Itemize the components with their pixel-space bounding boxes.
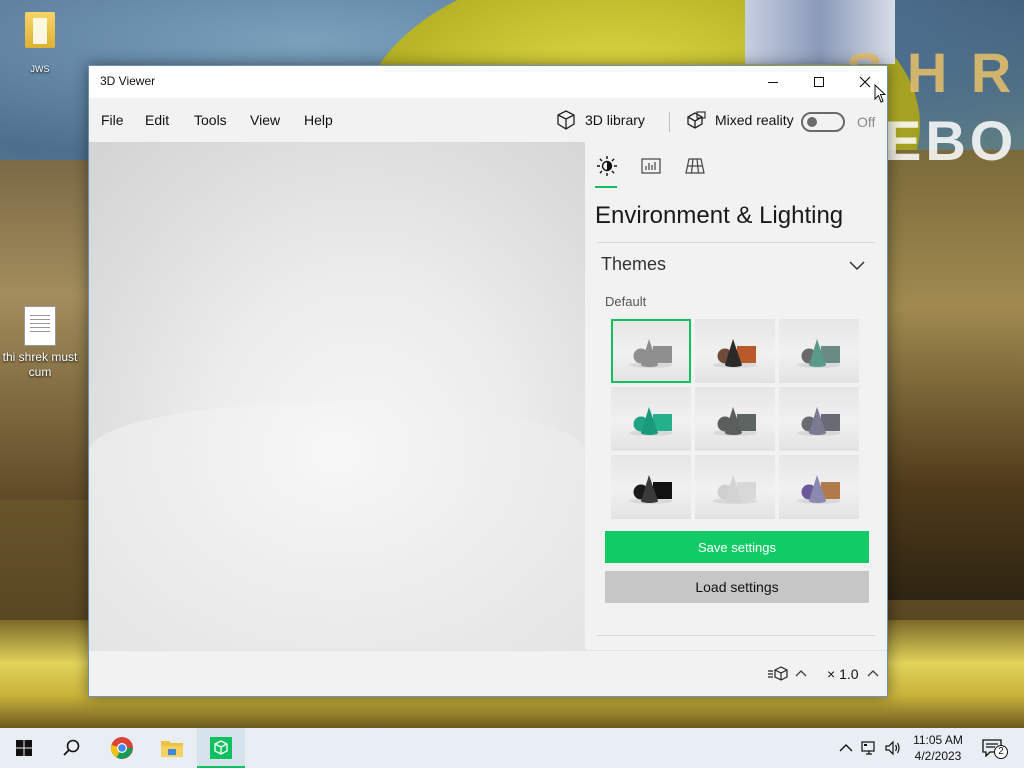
start-button[interactable] — [0, 728, 48, 768]
theme-preview-shapes — [629, 339, 673, 368]
taskbar-3d-viewer[interactable] — [197, 728, 245, 768]
theme-thumbnail[interactable] — [611, 455, 691, 519]
theme-thumbnail[interactable] — [611, 319, 691, 383]
clock-date: 4/2/2023 — [914, 749, 962, 763]
close-icon — [859, 76, 871, 88]
theme-thumbnail[interactable] — [779, 455, 859, 519]
theme-preview-shapes — [713, 475, 757, 504]
mixed-reality-state: Off — [857, 114, 876, 130]
menu-divider — [669, 112, 670, 132]
mixed-reality-label: Mixed reality — [715, 112, 794, 128]
grid-icon — [685, 158, 705, 174]
3d-viewer-window: 3D Viewer File Edit Tools View Help 3D l… — [88, 65, 888, 697]
mixed-reality-label-group: Mixed reality — [685, 108, 794, 132]
text-file-icon — [24, 306, 56, 346]
3d-library-button[interactable]: 3D library — [555, 108, 645, 132]
menu-file[interactable]: File — [101, 112, 124, 128]
tab-stats[interactable] — [639, 154, 663, 178]
3d-viewport[interactable] — [89, 142, 585, 650]
chevron-down-icon[interactable] — [847, 258, 867, 274]
theme-thumbnail[interactable] — [779, 387, 859, 451]
search-button[interactable] — [48, 728, 96, 768]
desktop-icon-label: thi shrek must cum — [2, 350, 78, 379]
tab-environment[interactable] — [595, 154, 619, 178]
chevron-up-icon — [839, 744, 853, 752]
theme-thumbnail[interactable] — [695, 455, 775, 519]
theme-thumbnail[interactable] — [611, 387, 691, 451]
save-settings-button[interactable]: Save settings — [605, 531, 869, 563]
network-icon — [861, 741, 875, 755]
network-status[interactable] — [860, 738, 880, 758]
desktop-icon-text-file[interactable]: thi shrek must cum — [2, 306, 78, 380]
theme-preview-shapes — [797, 407, 841, 436]
themes-grid — [611, 319, 861, 524]
search-icon — [63, 739, 80, 756]
notification-count: 2 — [994, 745, 1008, 759]
themes-header[interactable]: Themes — [601, 254, 666, 275]
chrome-icon — [111, 737, 133, 759]
taskbar-file-explorer[interactable] — [148, 728, 196, 768]
theme-thumbnail[interactable] — [695, 319, 775, 383]
system-clock[interactable]: 11:05 AM 4/2/2023 — [906, 732, 970, 764]
maximize-icon — [814, 77, 824, 87]
menu-tools[interactable]: Tools — [194, 112, 227, 128]
show-hidden-icons[interactable] — [836, 738, 856, 758]
panel-title: Environment & Lighting — [595, 202, 844, 229]
status-bar: × 1.0 — [89, 650, 887, 696]
3d-library-label: 3D library — [585, 112, 645, 128]
theme-thumbnail[interactable] — [779, 319, 859, 383]
clock-time: 11:05 AM — [913, 733, 963, 747]
mixed-reality-icon — [687, 111, 706, 129]
toggle-knob — [807, 117, 817, 127]
window-title: 3D Viewer — [100, 74, 156, 88]
menu-view[interactable]: View — [250, 112, 280, 128]
wallpaper-right — [888, 150, 1024, 600]
windows-logo-icon — [16, 740, 32, 756]
desktop-icon-label: JWS — [30, 64, 50, 74]
brightness-icon — [597, 156, 617, 176]
theme-preview-shapes — [629, 475, 673, 504]
title-bar[interactable]: 3D Viewer — [89, 66, 887, 98]
minimize-button[interactable] — [750, 66, 796, 98]
maximize-button[interactable] — [796, 66, 842, 98]
cube-icon — [557, 110, 575, 130]
desktop-icon-folder[interactable]: JWS — [2, 12, 78, 77]
tab-grid[interactable] — [683, 154, 707, 178]
theme-preview-shapes — [629, 407, 673, 436]
model-cube-icon[interactable] — [767, 665, 789, 683]
minimize-icon — [768, 81, 778, 83]
themes-group-label: Default — [605, 294, 647, 309]
action-center-button[interactable]: 2 — [978, 736, 1010, 760]
stats-chart-icon — [641, 158, 661, 174]
menu-bar: File Edit Tools View Help 3D library Mix… — [89, 98, 887, 142]
environment-panel: Environment & Lighting Themes Default Sa… — [585, 142, 887, 650]
mixed-reality-toggle[interactable] — [801, 112, 845, 132]
load-settings-button[interactable]: Load settings — [605, 571, 869, 603]
theme-preview-shapes — [713, 339, 757, 368]
speaker-icon — [885, 740, 900, 756]
taskbar-chrome[interactable] — [98, 728, 146, 768]
chevron-up-icon[interactable] — [793, 665, 809, 681]
folder-icon — [25, 12, 55, 48]
wallpaper-text-2: EBO — [884, 109, 1018, 172]
theme-preview-shapes — [713, 407, 757, 436]
menu-edit[interactable]: Edit — [145, 112, 169, 128]
theme-preview-shapes — [797, 339, 841, 368]
viewport-floor — [89, 402, 585, 650]
menu-help[interactable]: Help — [304, 112, 333, 128]
panel-divider — [597, 242, 875, 243]
file-explorer-icon — [161, 741, 183, 757]
scale-chevron-up-icon[interactable] — [865, 665, 881, 681]
mouse-cursor-icon — [874, 84, 887, 103]
volume-control[interactable] — [883, 738, 903, 758]
tab-selected-indicator — [595, 186, 617, 188]
panel-divider-bottom — [597, 635, 875, 636]
3d-viewer-app-icon — [210, 737, 232, 759]
taskbar: 11:05 AM 4/2/2023 2 — [0, 728, 1024, 768]
scale-readout[interactable]: × 1.0 — [827, 666, 859, 682]
theme-preview-shapes — [797, 475, 841, 504]
theme-thumbnail[interactable] — [695, 387, 775, 451]
